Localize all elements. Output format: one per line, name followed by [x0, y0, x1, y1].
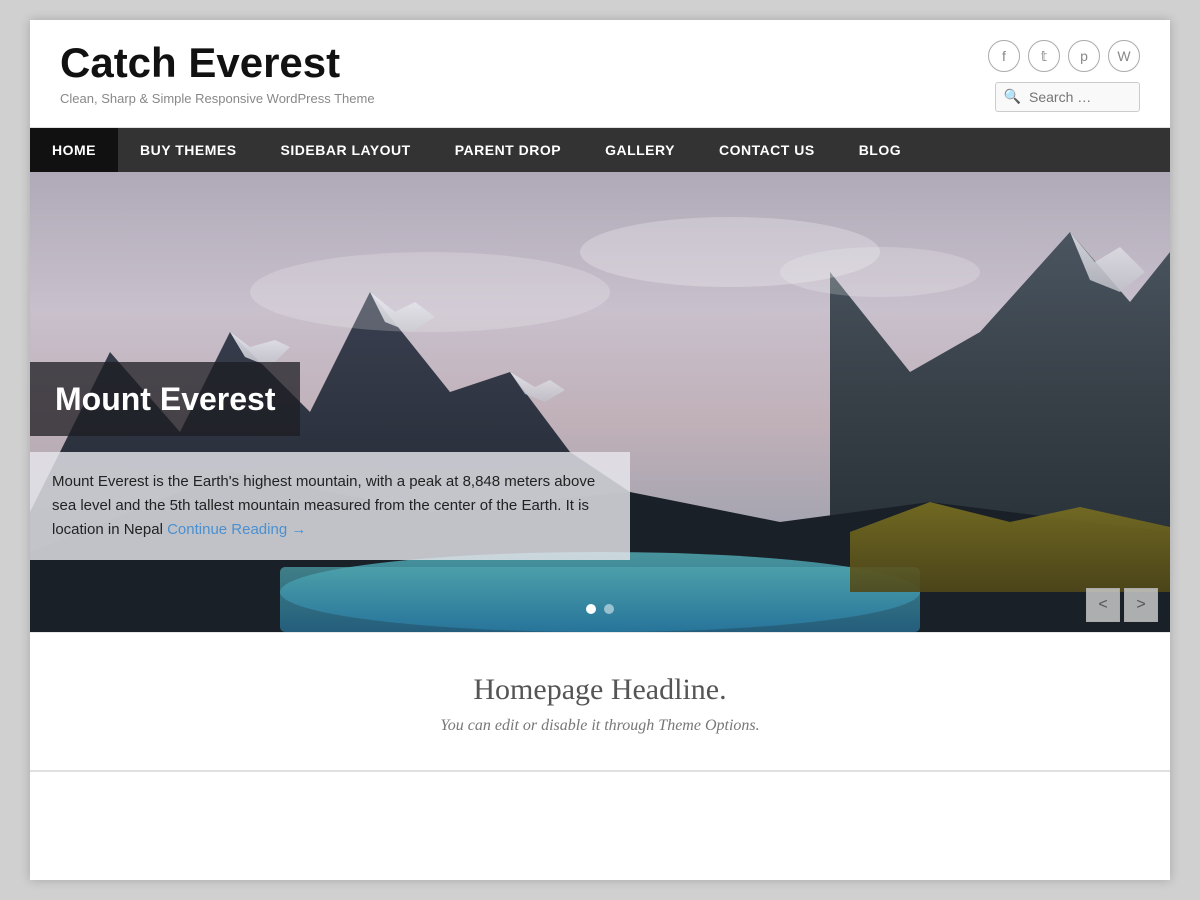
- slider-dot-1[interactable]: [586, 604, 596, 614]
- nav-item-blog[interactable]: BLOG: [837, 128, 923, 172]
- slider-next-button[interactable]: >: [1124, 588, 1158, 622]
- twitter-icon[interactable]: 𝕥: [1028, 40, 1060, 72]
- nav-link-sidebar-layout[interactable]: SIDEBAR LAYOUT: [259, 128, 433, 172]
- nav-link-parent-drop[interactable]: PARENT DROP: [433, 128, 583, 172]
- search-icon: 🔍: [996, 84, 1029, 111]
- nav-menu: HOME BUY THEMES SIDEBAR LAYOUT PARENT DR…: [30, 128, 1170, 172]
- page-wrapper: Catch Everest Clean, Sharp & Simple Resp…: [30, 20, 1170, 880]
- homepage-headline-section: Homepage Headline. You can edit or disab…: [30, 632, 1170, 771]
- nav-link-gallery[interactable]: GALLERY: [583, 128, 697, 172]
- slide-body-text: Mount Everest is the Earth's highest mou…: [52, 470, 608, 542]
- nav-item-contact-us[interactable]: CONTACT US: [697, 128, 837, 172]
- site-nav: HOME BUY THEMES SIDEBAR LAYOUT PARENT DR…: [30, 128, 1170, 172]
- site-description: Clean, Sharp & Simple Responsive WordPre…: [60, 91, 375, 106]
- slider-prev-button[interactable]: <: [1086, 588, 1120, 622]
- site-header: Catch Everest Clean, Sharp & Simple Resp…: [30, 20, 1170, 128]
- search-input[interactable]: [1029, 83, 1139, 111]
- nav-link-buy-themes[interactable]: BUY THEMES: [118, 128, 259, 172]
- facebook-icon[interactable]: f: [988, 40, 1020, 72]
- slide-caption-body: Mount Everest is the Earth's highest mou…: [30, 452, 630, 560]
- nav-item-gallery[interactable]: GALLERY: [583, 128, 697, 172]
- header-right: f 𝕥 p W 🔍: [988, 40, 1140, 112]
- slide-body-content: Mount Everest is the Earth's highest mou…: [52, 473, 595, 538]
- nav-link-home[interactable]: HOME: [30, 128, 118, 172]
- homepage-headline-subtitle: You can edit or disable it through Theme…: [50, 717, 1150, 735]
- nav-item-sidebar-layout[interactable]: SIDEBAR LAYOUT: [259, 128, 433, 172]
- wordpress-icon[interactable]: W: [1108, 40, 1140, 72]
- slider-dots: [586, 604, 614, 614]
- pinterest-icon[interactable]: p: [1068, 40, 1100, 72]
- nav-link-blog[interactable]: BLOG: [837, 128, 923, 172]
- bottom-section: [30, 771, 1170, 831]
- nav-item-buy-themes[interactable]: BUY THEMES: [118, 128, 259, 172]
- site-branding: Catch Everest Clean, Sharp & Simple Resp…: [60, 40, 375, 106]
- slider-dot-2[interactable]: [604, 604, 614, 614]
- nav-item-parent-drop[interactable]: PARENT DROP: [433, 128, 583, 172]
- search-form[interactable]: 🔍: [995, 82, 1140, 112]
- hero-slider: Mount Everest Mount Everest is the Earth…: [30, 172, 1170, 632]
- continue-reading-link[interactable]: Continue Reading →: [167, 521, 306, 538]
- social-icons: f 𝕥 p W: [988, 40, 1140, 72]
- homepage-headline-title: Homepage Headline.: [50, 673, 1150, 707]
- slide-caption-title: Mount Everest: [30, 362, 300, 436]
- nav-link-contact-us[interactable]: CONTACT US: [697, 128, 837, 172]
- site-title[interactable]: Catch Everest: [60, 40, 375, 86]
- nav-item-home[interactable]: HOME: [30, 128, 118, 172]
- slide-title[interactable]: Mount Everest: [55, 380, 275, 418]
